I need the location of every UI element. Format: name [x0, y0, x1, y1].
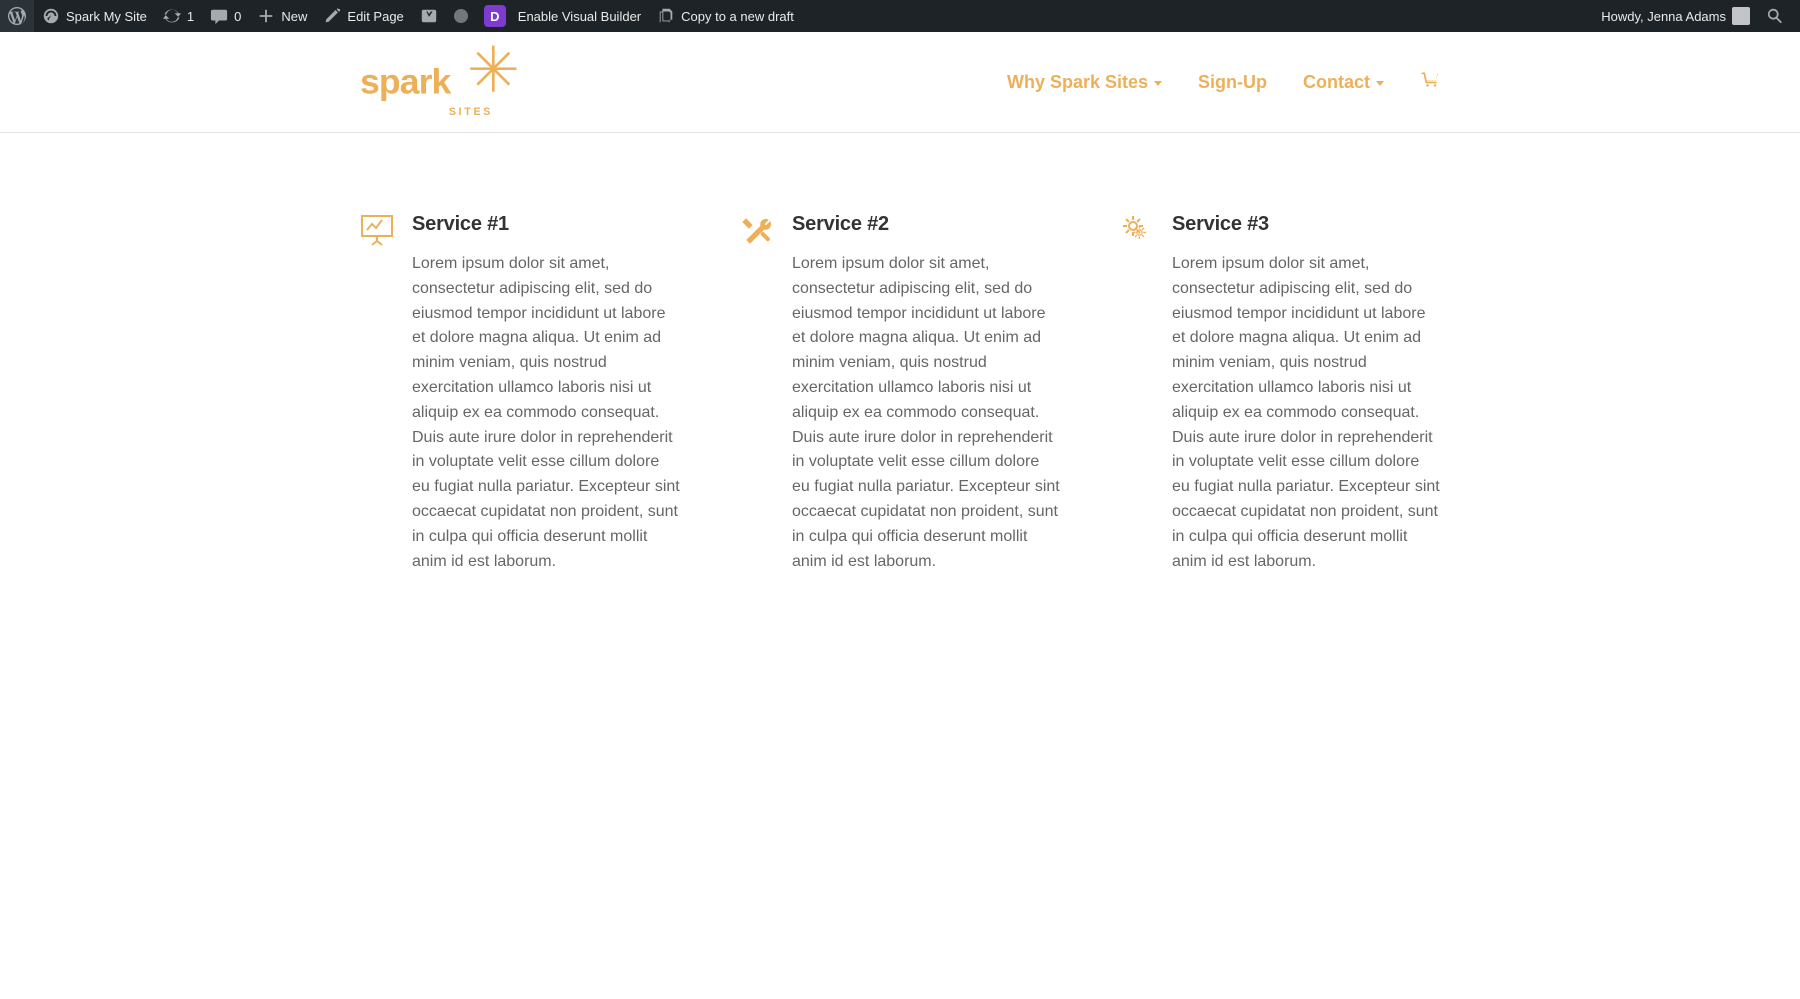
- service-3-title: Service #3: [1172, 213, 1440, 236]
- nav-sign-up[interactable]: Sign-Up: [1198, 72, 1267, 93]
- service-2: Service #2 Lorem ipsum dolor sit amet, c…: [740, 213, 1060, 574]
- nav-item-label: Sign-Up: [1198, 72, 1267, 93]
- copy-icon: [657, 7, 675, 25]
- service-3: Service #3 Lorem ipsum dolor sit amet, c…: [1120, 213, 1440, 574]
- search-icon: [1766, 7, 1784, 25]
- tools-icon: [740, 213, 774, 247]
- site-header-inner: spark SITES Why Spark Sites Sign-Up: [350, 32, 1450, 132]
- visual-builder-menu[interactable]: D Enable Visual Builder: [476, 0, 649, 32]
- site-logo[interactable]: spark SITES: [360, 42, 556, 122]
- divi-icon: D: [484, 5, 506, 27]
- howdy-label: Howdy, Jenna Adams: [1601, 9, 1726, 24]
- pencil-icon: [323, 7, 341, 25]
- service-3-body: Lorem ipsum dolor sit amet, consectetur …: [1172, 252, 1440, 574]
- nav-why-spark-sites[interactable]: Why Spark Sites: [1007, 72, 1162, 93]
- chevron-down-icon: [1154, 81, 1162, 86]
- cart-icon: [1420, 70, 1440, 95]
- service-2-text: Service #2 Lorem ipsum dolor sit amet, c…: [792, 213, 1060, 574]
- adminbar-left: Spark My Site 1 0 New Edit Page: [0, 0, 802, 32]
- account-menu[interactable]: Howdy, Jenna Adams: [1593, 0, 1758, 32]
- wp-logo-menu[interactable]: [0, 0, 34, 32]
- new-menu[interactable]: New: [249, 0, 315, 32]
- service-1-title: Service #1: [412, 213, 680, 236]
- visual-builder-label: Enable Visual Builder: [518, 9, 641, 24]
- chevron-down-icon: [1376, 81, 1384, 86]
- services-section: Service #1 Lorem ipsum dolor sit amet, c…: [350, 133, 1450, 634]
- site-name-label: Spark My Site: [66, 9, 147, 24]
- main-nav: Why Spark Sites Sign-Up Contact: [1007, 70, 1440, 95]
- edit-page-menu[interactable]: Edit Page: [315, 0, 411, 32]
- service-3-text: Service #3 Lorem ipsum dolor sit amet, c…: [1172, 213, 1440, 574]
- svg-text:SITES: SITES: [449, 106, 493, 118]
- gears-icon: [1120, 213, 1154, 247]
- site-name-menu[interactable]: Spark My Site: [34, 0, 155, 32]
- logo-svg: spark SITES: [360, 42, 556, 122]
- search-menu[interactable]: [1758, 0, 1792, 32]
- comments-menu[interactable]: 0: [202, 0, 249, 32]
- updates-count: 1: [187, 9, 194, 24]
- edit-page-label: Edit Page: [347, 9, 403, 24]
- dashboard-icon: [42, 7, 60, 25]
- comments-count: 0: [234, 9, 241, 24]
- service-2-title: Service #2: [792, 213, 1060, 236]
- cart-button[interactable]: [1420, 70, 1440, 95]
- wp-admin-bar: Spark My Site 1 0 New Edit Page: [0, 0, 1800, 32]
- service-1-text: Service #1 Lorem ipsum dolor sit amet, c…: [412, 213, 680, 574]
- nav-item-label: Why Spark Sites: [1007, 72, 1148, 93]
- status-menu[interactable]: [446, 0, 476, 32]
- site-header: spark SITES Why Spark Sites Sign-Up: [0, 32, 1800, 133]
- copy-draft-label: Copy to a new draft: [681, 9, 794, 24]
- service-2-body: Lorem ipsum dolor sit amet, consectetur …: [792, 252, 1060, 574]
- presentation-icon: [360, 213, 394, 247]
- status-dot-icon: [454, 9, 468, 23]
- service-1: Service #1 Lorem ipsum dolor sit amet, c…: [360, 213, 680, 574]
- updates-icon: [163, 7, 181, 25]
- comments-icon: [210, 7, 228, 25]
- yoast-menu[interactable]: [412, 0, 446, 32]
- nav-contact[interactable]: Contact: [1303, 72, 1384, 93]
- copy-draft-menu[interactable]: Copy to a new draft: [649, 0, 802, 32]
- nav-item-label: Contact: [1303, 72, 1370, 93]
- service-1-body: Lorem ipsum dolor sit amet, consectetur …: [412, 252, 680, 574]
- wordpress-icon: [8, 7, 26, 25]
- yoast-icon: [420, 7, 438, 25]
- new-label: New: [281, 9, 307, 24]
- adminbar-right: Howdy, Jenna Adams: [1593, 0, 1792, 32]
- updates-menu[interactable]: 1: [155, 0, 202, 32]
- plus-icon: [257, 7, 275, 25]
- avatar-icon: [1732, 7, 1750, 25]
- svg-text:spark: spark: [360, 62, 452, 102]
